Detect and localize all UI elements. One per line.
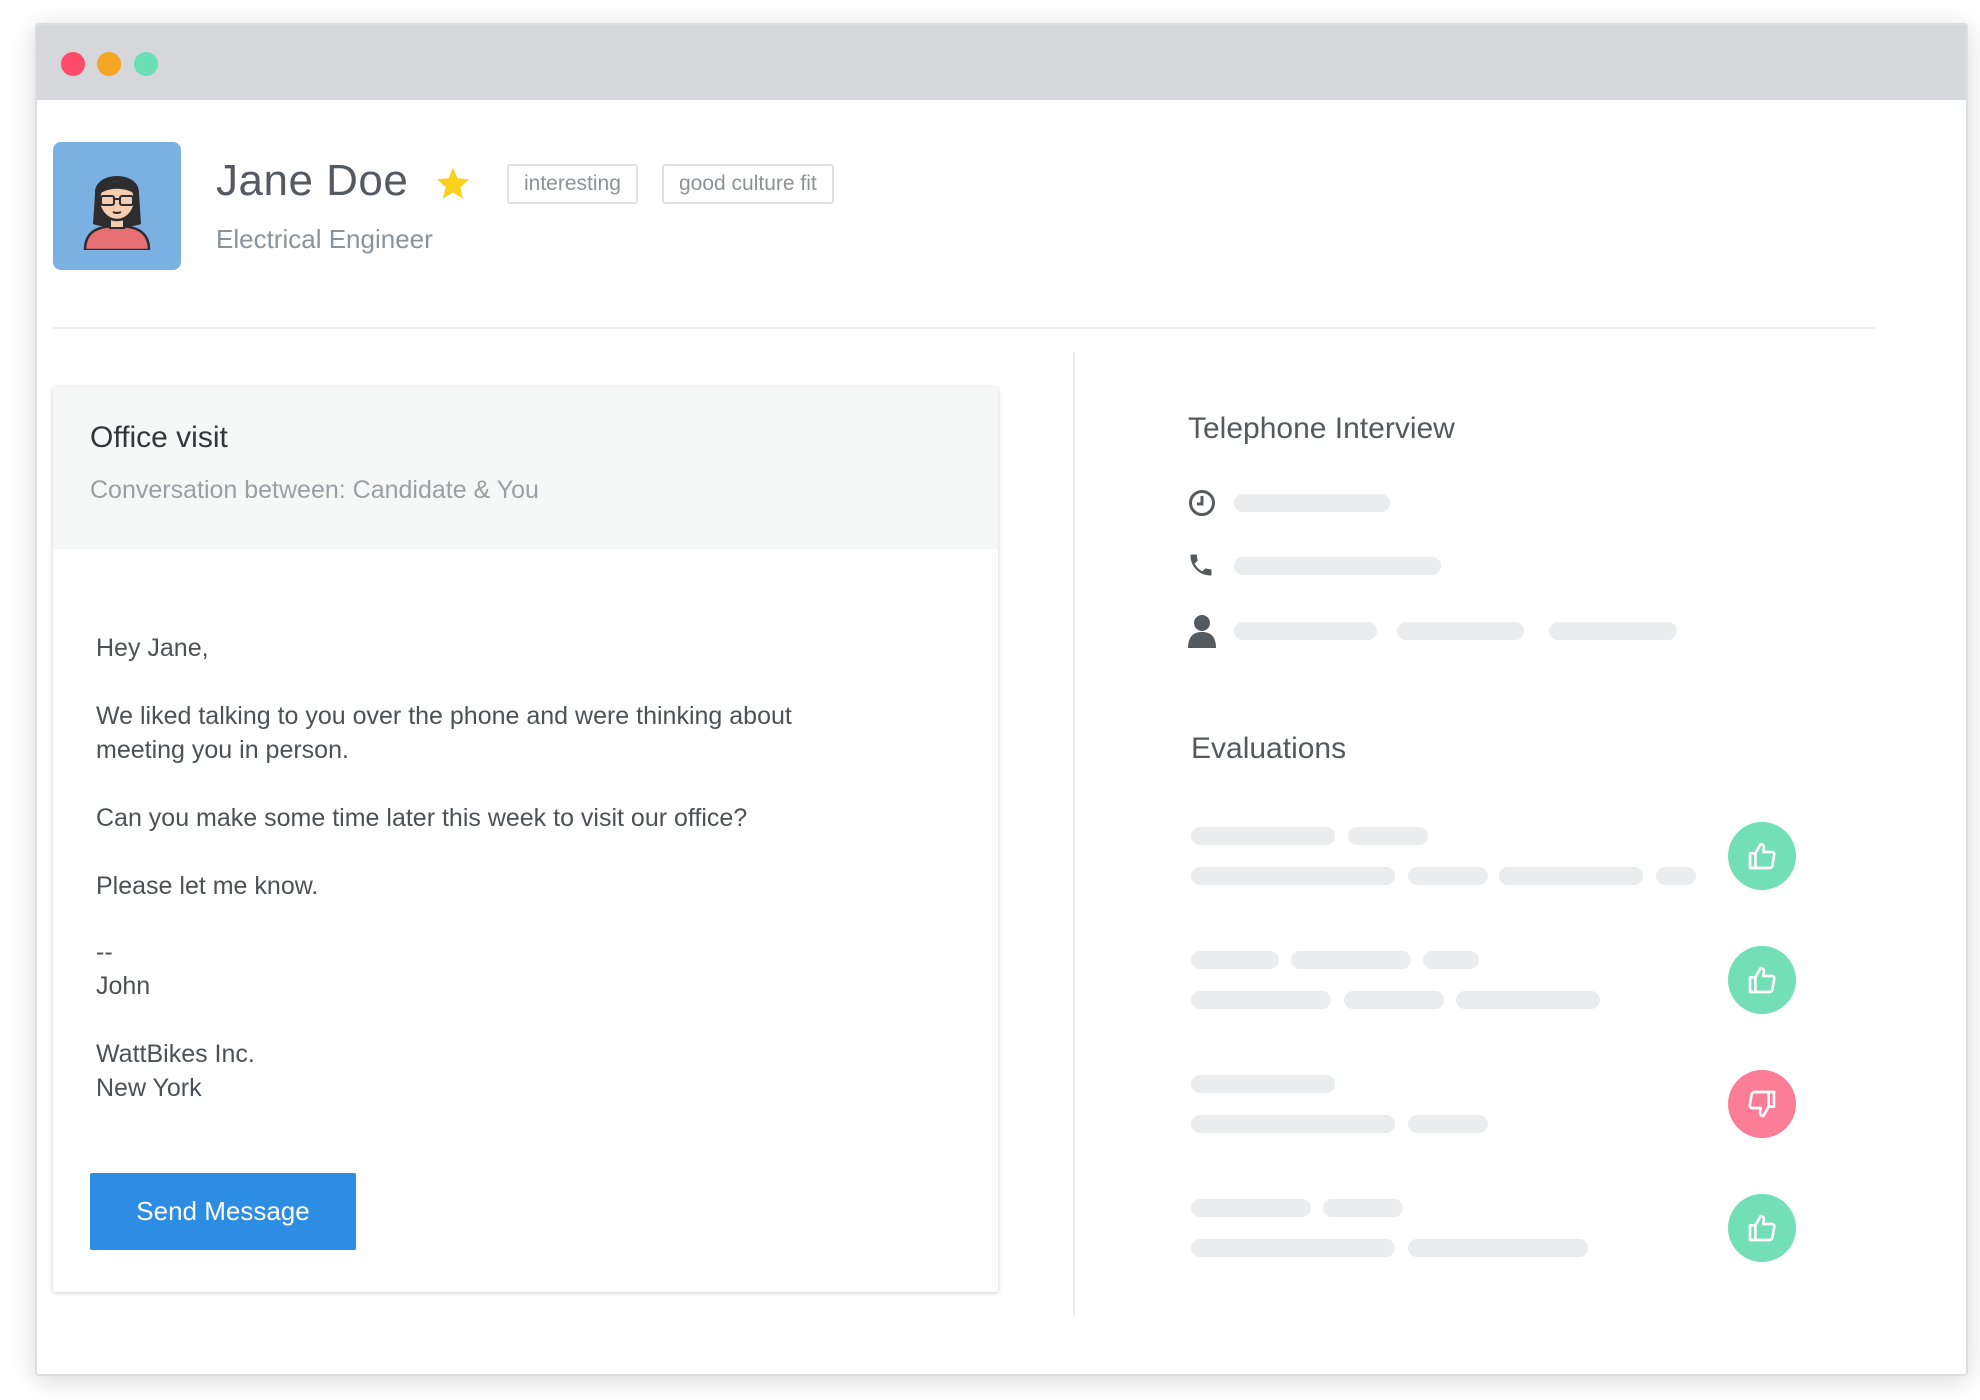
clock-icon [1189,490,1215,516]
thumbs-up-button[interactable] [1728,946,1796,1014]
phone-icon [1190,554,1212,576]
placeholder-bar [1191,827,1335,845]
avatar [53,142,181,270]
thumbs-up-button[interactable] [1728,822,1796,890]
message-line: Can you make some time later this week t… [96,804,748,832]
avatar-illustration [83,176,151,250]
thumbs-down-button[interactable] [1728,1070,1796,1138]
thumbs-up-icon [1748,842,1776,870]
placeholder-bar [1191,991,1331,1009]
message-card-title: Office visit [90,421,228,454]
favorite-star-icon[interactable] [435,166,471,200]
message-card-header: Office visit Conversation between: Candi… [53,387,998,549]
placeholder-bar [1408,1115,1488,1133]
placeholder-bar [1191,1075,1335,1093]
tag-good-culture-fit[interactable]: good culture fit [662,164,834,204]
placeholder-bar [1397,622,1524,640]
placeholder-bar [1234,494,1390,512]
placeholder-bar [1456,991,1600,1009]
placeholder-bar [1323,1199,1403,1217]
column-divider [1073,352,1075,1317]
placeholder-bar [1291,951,1411,969]
placeholder-bar [1549,622,1677,640]
message-line: Please let me know. [96,872,319,900]
thumbs-up-icon [1748,966,1776,994]
placeholder-bar [1348,827,1428,845]
placeholder-bar [1234,557,1441,575]
placeholder-bar [1656,867,1696,885]
placeholder-bar [1191,867,1395,885]
candidate-job-title: Electrical Engineer [216,224,433,254]
message-line: meeting you in person. [96,736,349,764]
evaluations-title: Evaluations [1191,732,1347,765]
thumbs-up-button[interactable] [1728,1194,1796,1262]
zoom-window-button[interactable] [134,52,158,76]
placeholder-bar [1499,867,1643,885]
thumbs-up-icon [1748,1214,1776,1242]
minimize-window-button[interactable] [97,52,121,76]
person-icon [1188,615,1216,648]
placeholder-bar [1234,622,1377,640]
message-signature-company: WattBikes Inc. [96,1040,255,1068]
message-signature-location: New York [96,1074,202,1102]
message-line: Hey Jane, [96,634,209,662]
placeholder-bar [1191,1115,1395,1133]
message-signature-dash: -- [96,938,113,966]
window-titlebar [37,25,1966,100]
placeholder-bar [1408,1239,1588,1257]
send-message-button[interactable]: Send Message [90,1173,356,1250]
close-window-button[interactable] [61,52,85,76]
placeholder-bar [1191,1239,1395,1257]
message-signature-name: John [96,972,151,1000]
placeholder-bar [1191,951,1279,969]
candidate-name: Jane Doe [216,156,409,205]
message-card: Office visit Conversation between: Candi… [53,387,998,1292]
tag-interesting[interactable]: interesting [507,164,638,204]
placeholder-bar [1344,991,1444,1009]
placeholder-bar [1423,951,1479,969]
placeholder-bar [1191,1199,1311,1217]
message-card-subtitle: Conversation between: Candidate & You [90,476,539,504]
thumbs-down-icon [1748,1090,1776,1118]
placeholder-bar [1408,867,1488,885]
telephone-interview-title: Telephone Interview [1188,412,1455,445]
header-divider [53,327,1875,329]
message-line: We liked talking to you over the phone a… [96,702,792,730]
